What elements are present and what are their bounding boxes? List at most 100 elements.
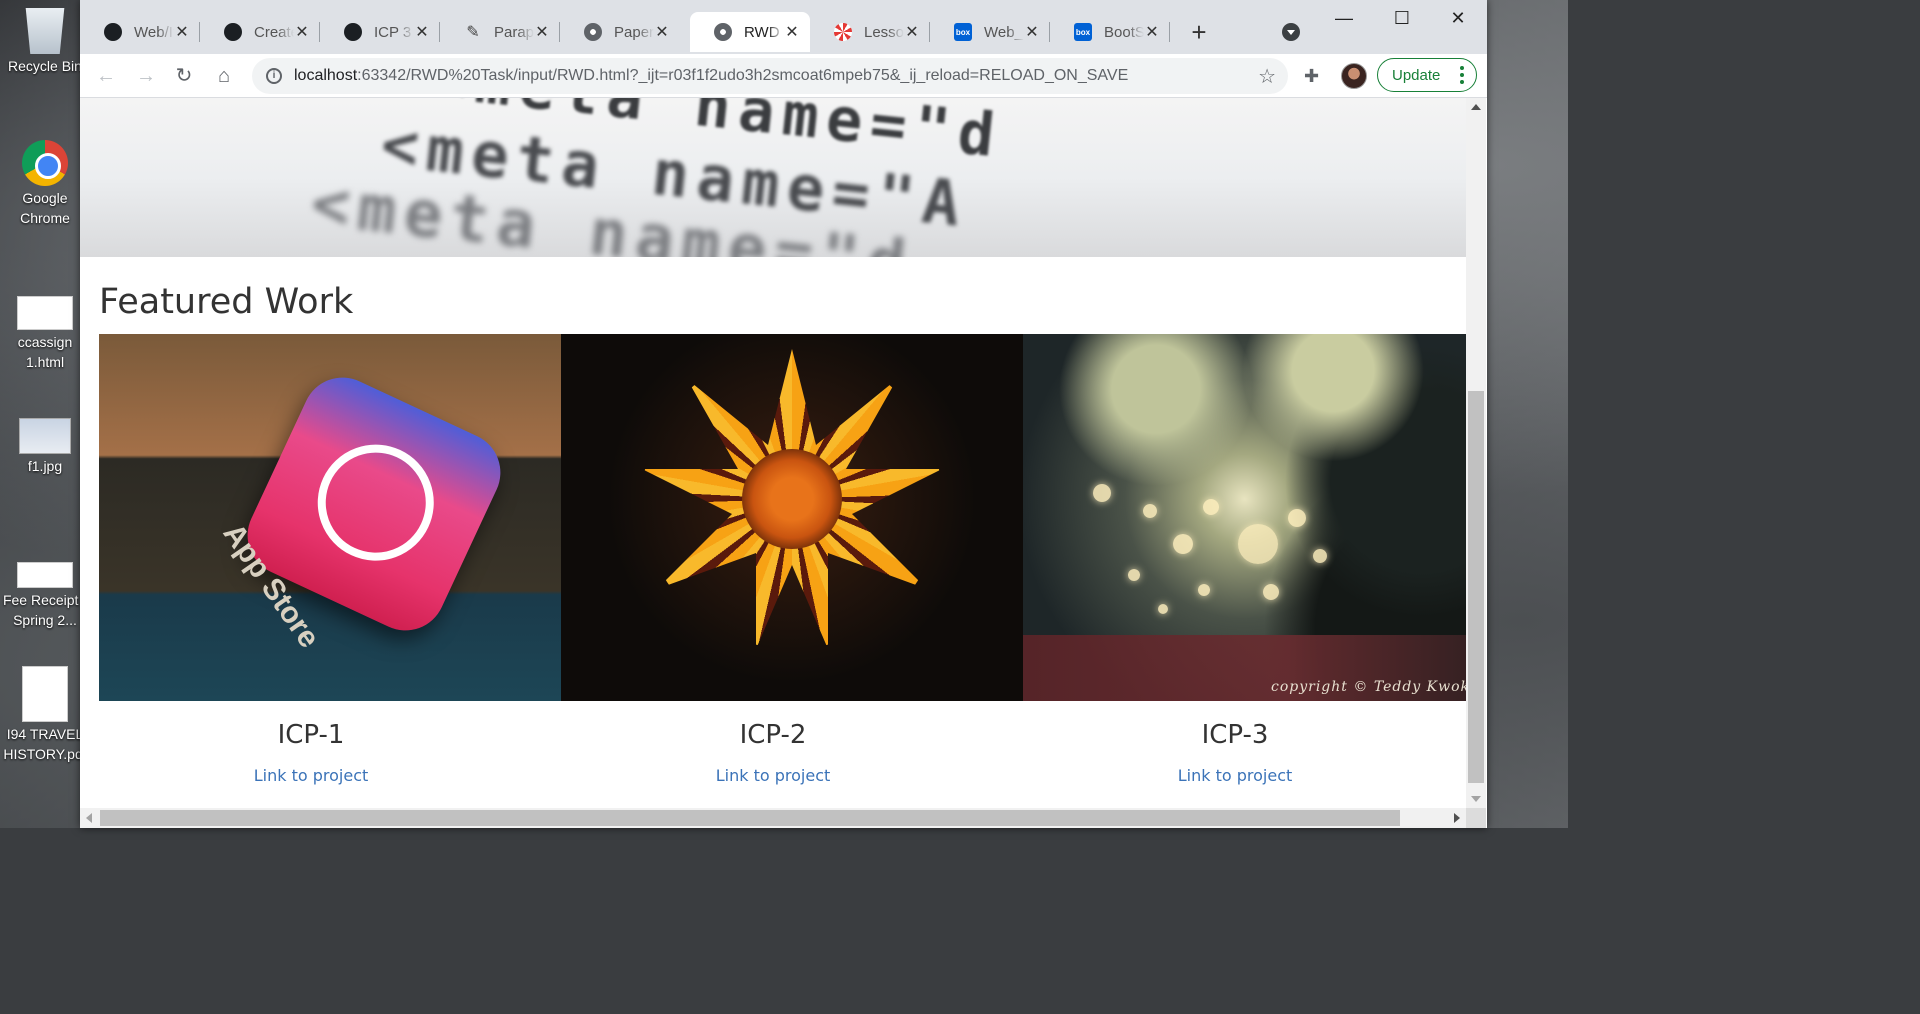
project-caption-icp1: ICP-1 Link to project (80, 720, 542, 786)
bokeh-light (1093, 484, 1111, 502)
vertical-scroll-thumb[interactable] (1468, 391, 1484, 783)
bokeh-light (1128, 569, 1140, 581)
project-link[interactable]: Link to project (716, 766, 831, 785)
horizontal-scroll-thumb[interactable] (100, 810, 1400, 826)
tab-create[interactable]: Create ✕ (200, 12, 320, 52)
project-caption-icp2: ICP-2 Link to project (542, 720, 1004, 786)
project-title: ICP-3 (1201, 720, 1269, 750)
bokeh-light (1173, 534, 1193, 554)
scroll-down-arrow-icon[interactable] (1471, 796, 1481, 802)
tab-title: Web/It (134, 23, 174, 41)
desktop-icon-label: f1.jpg (27, 458, 63, 474)
desktop-icon-image-file[interactable]: f1.jpg (0, 418, 90, 476)
desktop-icon-chrome[interactable]: Google Chrome (0, 140, 90, 228)
extensions-puzzle-icon[interactable]: ✚ (1304, 66, 1319, 87)
tab-boots[interactable]: box BootS ✕ (1050, 12, 1170, 52)
bokeh-light (1203, 499, 1219, 515)
globe-icon (714, 23, 732, 41)
reload-button[interactable]: ↻ (170, 62, 198, 90)
project-image-icp1: App Store (99, 334, 561, 701)
desktop-icon-label: Google Chrome (20, 190, 70, 226)
close-tab-icon[interactable]: ✕ (784, 22, 800, 42)
bokeh-light (1143, 504, 1157, 518)
tab-web-i[interactable]: box Web_I ✕ (930, 12, 1050, 52)
desktop-icon-html-file[interactable]: ccassign 1.html (0, 296, 90, 372)
tab-icp3[interactable]: ICP 3 W ✕ (320, 12, 440, 52)
browser-toolbar: ← → ↻ ⌂ i localhost:63342/RWD%20Task/inp… (80, 54, 1487, 98)
section-title: Featured Work (99, 282, 354, 322)
home-button[interactable]: ⌂ (210, 62, 238, 90)
page-viewport: <meta name="d <meta name="A <meta name="… (80, 98, 1466, 808)
tab-lesson[interactable]: Lesson ✕ (810, 12, 930, 52)
close-tab-icon[interactable]: ✕ (414, 22, 430, 42)
browser-window: Web/It ✕ Create ✕ ICP 3 W ✕ ✎ Paraph ✕ P… (80, 0, 1487, 828)
desktop-icon-fee-receipt[interactable]: Fee Receipt -Spring 2... (0, 562, 90, 630)
url-text: localhost:63342/RWD%20Task/input/RWD.htm… (294, 67, 1129, 84)
bokeh-light (1158, 604, 1168, 614)
close-window-button[interactable]: ✕ (1430, 8, 1486, 32)
tab-title: RWD T (744, 23, 784, 41)
tab-title: Web_I (984, 23, 1024, 41)
horizontal-scrollbar[interactable] (80, 808, 1466, 828)
project-image-icp3: copyright © Teddy Kwok (1023, 334, 1466, 701)
tab-title: BootS (1104, 23, 1144, 41)
box-icon: box (954, 23, 972, 41)
scroll-right-arrow-icon[interactable] (1454, 813, 1460, 823)
tab-strip: Web/It ✕ Create ✕ ICP 3 W ✕ ✎ Paraph ✕ P… (80, 0, 1487, 54)
tab-search-icon[interactable] (1282, 23, 1300, 41)
profile-avatar[interactable] (1341, 63, 1367, 89)
update-button[interactable]: Update (1377, 58, 1477, 92)
back-button[interactable]: ← (92, 62, 120, 90)
close-tab-icon[interactable]: ✕ (904, 22, 920, 42)
close-tab-icon[interactable]: ✕ (1144, 22, 1160, 42)
tab-title: Lesson (864, 23, 904, 41)
project-title: ICP-1 (277, 720, 345, 750)
project-link[interactable]: Link to project (254, 766, 369, 785)
close-tab-icon[interactable]: ✕ (1024, 22, 1040, 42)
tab-title: Paper- (614, 23, 654, 41)
bokeh-light (1198, 584, 1210, 596)
bokeh-light (1263, 584, 1279, 600)
minimize-button[interactable]: — (1316, 8, 1372, 32)
project-image-icp2 (561, 334, 1023, 701)
scrollbar-corner (1466, 808, 1486, 828)
close-tab-icon[interactable]: ✕ (294, 22, 310, 42)
feather-icon: ✎ (466, 24, 480, 41)
close-tab-icon[interactable]: ✕ (174, 22, 190, 42)
html-file-icon (17, 296, 73, 330)
image-file-icon (19, 418, 71, 454)
close-tab-icon[interactable]: ✕ (534, 22, 550, 42)
desktop-icon-i94[interactable]: I94 TRAVEL HISTORY.pdf (0, 666, 90, 764)
github-icon (344, 23, 362, 41)
site-info-icon[interactable]: i (266, 68, 282, 84)
tab-rwd-active[interactable]: RWD T ✕ (690, 12, 810, 52)
github-icon (104, 23, 122, 41)
recycle-bin-icon (25, 8, 65, 54)
tab-paraphrase[interactable]: ✎ Paraph ✕ (440, 12, 560, 52)
address-bar[interactable]: i localhost:63342/RWD%20Task/input/RWD.h… (252, 58, 1288, 94)
bokeh-light (1313, 549, 1327, 563)
scroll-left-arrow-icon[interactable] (86, 813, 92, 823)
close-tab-icon[interactable]: ✕ (654, 22, 670, 42)
tab-web-it[interactable]: Web/It ✕ (80, 12, 200, 52)
menu-dots-icon (1460, 66, 1464, 87)
tab-title: ICP 3 W (374, 23, 414, 41)
desktop-icon-recycle-bin[interactable]: Recycle Bin (0, 8, 90, 76)
chrome-icon (22, 140, 68, 186)
scroll-up-arrow-icon[interactable] (1471, 104, 1481, 110)
vertical-scrollbar[interactable] (1466, 98, 1486, 808)
desktop-icon-label: I94 TRAVEL HISTORY.pdf (3, 726, 87, 762)
project-link[interactable]: Link to project (1178, 766, 1293, 785)
globe-icon (584, 23, 602, 41)
bookmark-star-icon[interactable]: ☆ (1258, 64, 1276, 89)
bokeh-light (1238, 524, 1278, 564)
desktop-icon-label: ccassign 1.html (17, 334, 73, 370)
tab-paper[interactable]: Paper- ✕ (560, 12, 680, 52)
maximize-button[interactable]: ☐ (1374, 8, 1430, 32)
project-gallery: App Store copyright © Teddy Kwok (99, 334, 1466, 701)
pdf-file-icon (17, 562, 73, 588)
new-tab-button[interactable]: + (1184, 18, 1214, 46)
project-caption-icp3: ICP-3 Link to project (1004, 720, 1466, 786)
tab-title: Paraph (494, 23, 534, 41)
forward-button[interactable]: → (132, 62, 160, 90)
